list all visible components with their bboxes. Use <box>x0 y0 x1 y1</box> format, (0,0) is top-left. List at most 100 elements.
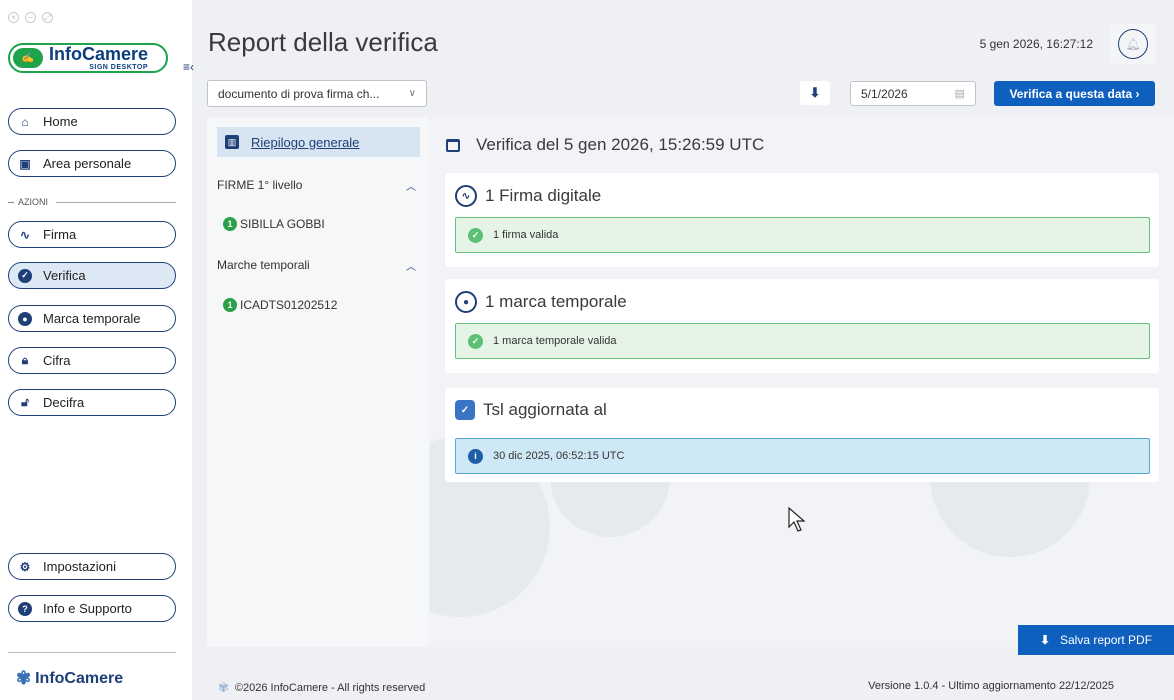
nav-marca-temporale-label: Marca temporale <box>43 311 141 326</box>
home-icon: ⌂ <box>21 114 29 129</box>
chevron-up-icon: ︿ <box>406 182 416 193</box>
tree-item-timestamp[interactable]: 1 ICADTS01202512 <box>223 298 337 312</box>
document-select-value: documento di prova firma ch... <box>218 86 380 101</box>
timestamp-status: ✓ 1 marca temporale valida <box>455 323 1150 359</box>
signature-status-text: 1 firma valida <box>493 229 559 241</box>
download-icon: ⬇ <box>1039 633 1050 647</box>
check-circle-icon: ✓ <box>468 333 483 349</box>
tree-summary-label: Riepilogo generale <box>251 134 360 150</box>
window-maximize-icon[interactable]: ⤢ <box>42 12 53 23</box>
window-minimize-icon[interactable]: – <box>25 12 36 23</box>
verify-at-date-button[interactable]: Verifica a questa data › <box>994 81 1155 106</box>
footer-copyright: ✾ ©2026 InfoCamere - All rights reserved <box>218 680 425 696</box>
signature-card-title: ∿ 1 Firma digitale <box>455 185 601 207</box>
nav-verifica[interactable]: ✓ Verifica <box>8 262 176 289</box>
nav-home-label: Home <box>43 114 78 129</box>
section-label-azioni: AZIONI <box>8 197 176 207</box>
window-controls: × – ⤢ <box>8 12 53 23</box>
count-badge: 1 <box>223 298 237 312</box>
tree-group-firme-title: FIRME 1° livello <box>217 178 303 192</box>
nav-cifra-label: Cifra <box>43 353 71 368</box>
report-panel: Verifica del 5 gen 2026, 15:26:59 UTC ∿ … <box>430 117 1174 647</box>
verification-heading-text: Verifica del 5 gen 2026, 15:26:59 UTC <box>476 135 765 154</box>
nav-firma-label: Firma <box>43 227 77 242</box>
bell-icon: 🔔︎ <box>1118 29 1148 59</box>
document-select[interactable]: documento di prova firma ch... ∨ <box>207 80 427 107</box>
tree-group-marche[interactable]: Marche temporali ︿ <box>217 258 422 273</box>
count-badge: 1 <box>223 217 237 231</box>
chevron-right-icon: › <box>1135 86 1140 101</box>
tsl-status: i 30 dic 2025, 06:52:15 UTC <box>455 438 1150 474</box>
app-logo: ✍ InfoCamere SIGN DESKTOP <box>8 43 168 73</box>
timestamp-card: ● 1 marca temporale ✓ 1 marca temporale … <box>445 279 1159 373</box>
tree-panel: ▥ Riepilogo generale FIRME 1° livello ︿ … <box>207 117 429 647</box>
mouse-cursor-icon <box>788 507 806 532</box>
timestamp-icon: ● <box>17 311 33 327</box>
date-input-value: 5/1/2026 <box>861 86 908 101</box>
tsl-card-title-text: Tsl aggiornata al <box>483 400 607 419</box>
signature-card: ∿ 1 Firma digitale ✓ 1 firma valida <box>445 173 1159 267</box>
tree-group-marche-title: Marche temporali <box>217 258 310 272</box>
collapse-sidebar-icon[interactable]: ≡‹ <box>183 60 194 74</box>
nav-impostazioni-label: Impostazioni <box>43 559 116 574</box>
id-card-icon: ▣ <box>19 156 31 171</box>
tree-group-firme[interactable]: FIRME 1° livello ︿ <box>217 178 422 193</box>
page-title: Report della verifica <box>208 27 438 57</box>
tsl-status-text: 30 dic 2025, 06:52:15 UTC <box>493 450 625 462</box>
unlock-icon: 🔓︎ <box>21 395 29 409</box>
calendar-icon[interactable]: ▤ <box>955 87 965 100</box>
nav-decifra-label: Decifra <box>43 395 85 410</box>
timestamp-card-title-text: 1 marca temporale <box>485 292 627 311</box>
tsl-card: ✓ Tsl aggiornata al i 30 dic 2025, 06:52… <box>445 388 1159 482</box>
timestamp-card-title: ● 1 marca temporale <box>455 291 627 313</box>
footer-brand-logo: ✾ InfoCamere <box>16 668 123 689</box>
timestamp-status-text: 1 marca temporale valida <box>493 335 617 347</box>
download-button[interactable]: ⬇ <box>800 81 830 105</box>
infocamere-flower-icon: ✾ <box>16 668 32 688</box>
save-report-pdf-button[interactable]: ⬇ Salva report PDF <box>1018 625 1174 655</box>
infocamere-flower-icon: ✾ <box>218 680 229 695</box>
nav-home[interactable]: ⌂ Home <box>8 108 176 135</box>
sidebar-divider <box>8 652 176 653</box>
date-input[interactable]: 5/1/2026 ▤ <box>850 81 976 106</box>
signature-card-title-text: 1 Firma digitale <box>485 186 602 205</box>
signature-status: ✓ 1 firma valida <box>455 217 1150 253</box>
footer-brand-text: InfoCamere <box>35 669 124 687</box>
tree-item-signer-label: SIBILLA GOBBI <box>240 217 325 231</box>
verify-at-date-label: Verifica a questa data <box>1009 86 1133 101</box>
lock-icon: 🔒︎ <box>21 353 29 367</box>
logo-name: InfoCamere <box>49 44 149 64</box>
window-close-icon[interactable]: × <box>8 12 19 23</box>
nav-impostazioni[interactable]: ⚙ Impostazioni <box>8 553 176 580</box>
chevron-down-icon: ∨ <box>408 88 416 99</box>
nav-area-personale-label: Area personale <box>43 156 132 171</box>
footer-copyright-text: ©2026 InfoCamere - All rights reserved <box>234 682 426 694</box>
nav-decifra[interactable]: 🔓︎ Decifra <box>8 389 176 416</box>
section-label-text: AZIONI <box>18 197 49 207</box>
help-icon: ? <box>17 601 33 617</box>
badge-check-icon: ✓ <box>17 268 33 284</box>
nav-verifica-label: Verifica <box>43 268 86 283</box>
nav-cifra[interactable]: 🔒︎ Cifra <box>8 347 176 374</box>
nav-marca-temporale[interactable]: ● Marca temporale <box>8 305 176 332</box>
info-icon: i <box>468 448 483 464</box>
signature-icon: ∿ <box>455 185 477 207</box>
calendar-icon <box>446 138 460 152</box>
nav-info-supporto-label: Info e Supporto <box>43 601 132 616</box>
nav-area-personale[interactable]: ▣ Area personale <box>8 150 176 177</box>
download-icon: ⬇ <box>809 85 821 100</box>
tree-item-signer[interactable]: 1 SIBILLA GOBBI <box>223 217 325 231</box>
current-datetime: 5 gen 2026, 16:27:12 <box>979 37 1093 51</box>
nav-firma[interactable]: ∿ Firma <box>8 221 176 248</box>
tsl-card-title: ✓ Tsl aggiornata al <box>455 400 607 420</box>
notifications-button[interactable]: 🔔︎ <box>1110 24 1156 64</box>
bar-chart-icon: ▥ <box>225 135 239 149</box>
timestamp-icon: ● <box>455 291 477 313</box>
sidebar: × – ⤢ ✍ InfoCamere SIGN DESKTOP ≡‹ ⌂ Hom… <box>0 0 194 700</box>
tree-summary-link[interactable]: ▥ Riepilogo generale <box>217 127 420 157</box>
verification-heading: Verifica del 5 gen 2026, 15:26:59 UTC <box>446 135 764 155</box>
nav-info-supporto[interactable]: ? Info e Supporto <box>8 595 176 622</box>
tree-item-timestamp-label: ICADTS01202512 <box>240 298 338 312</box>
checkbox-check-icon: ✓ <box>455 400 475 420</box>
signature-icon: ∿ <box>19 227 31 242</box>
